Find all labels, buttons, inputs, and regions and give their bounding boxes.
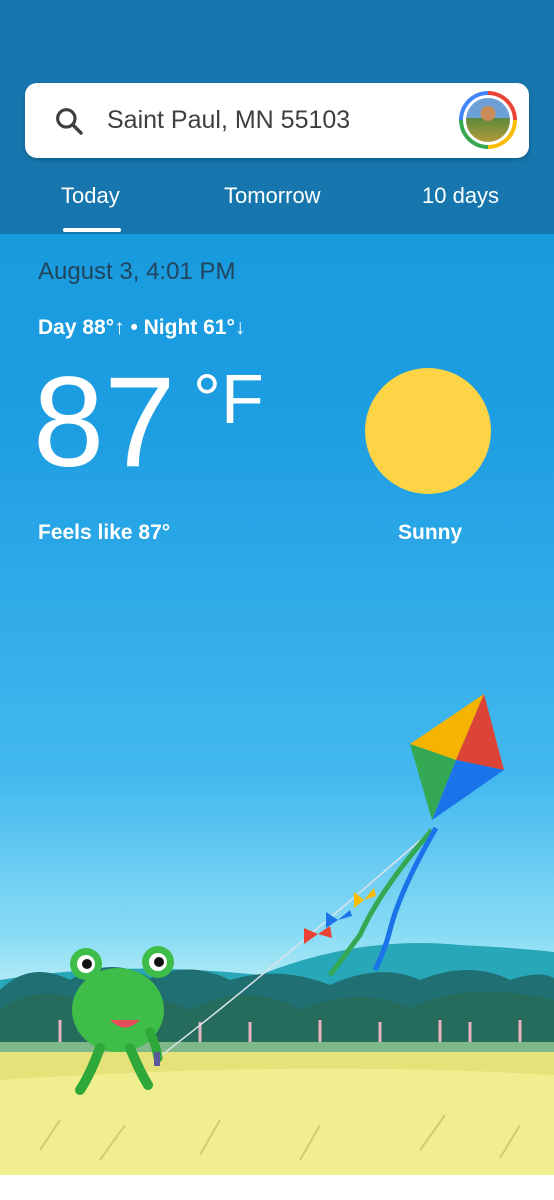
search-icon[interactable] xyxy=(53,105,85,137)
temperature-unit[interactable]: °F xyxy=(193,364,264,434)
location-text[interactable]: Saint Paul, MN 55103 xyxy=(107,83,350,158)
selected-tab-indicator xyxy=(63,228,121,232)
tab-today[interactable]: Today xyxy=(61,178,120,218)
sun-icon xyxy=(365,368,491,494)
weather-condition: Sunny xyxy=(398,521,463,544)
location-search-bar[interactable]: Saint Paul, MN 55103 xyxy=(25,83,529,158)
bottom-edge xyxy=(0,1175,554,1200)
account-avatar[interactable] xyxy=(459,91,517,149)
kite-frog-illustration xyxy=(0,694,554,1175)
current-temperature: 87 xyxy=(33,351,176,494)
tab-10-days[interactable]: 10 days xyxy=(422,178,499,218)
date-time: August 3, 4:01 PM xyxy=(38,258,236,285)
tab-tomorrow[interactable]: Tomorrow xyxy=(224,178,321,218)
avatar-photo xyxy=(466,98,510,142)
avatar-ring-inner xyxy=(463,95,513,145)
feels-like: Feels like 87° xyxy=(38,521,171,544)
day-night-temps: Day 88°↑ • Night 61°↓ xyxy=(38,316,246,339)
